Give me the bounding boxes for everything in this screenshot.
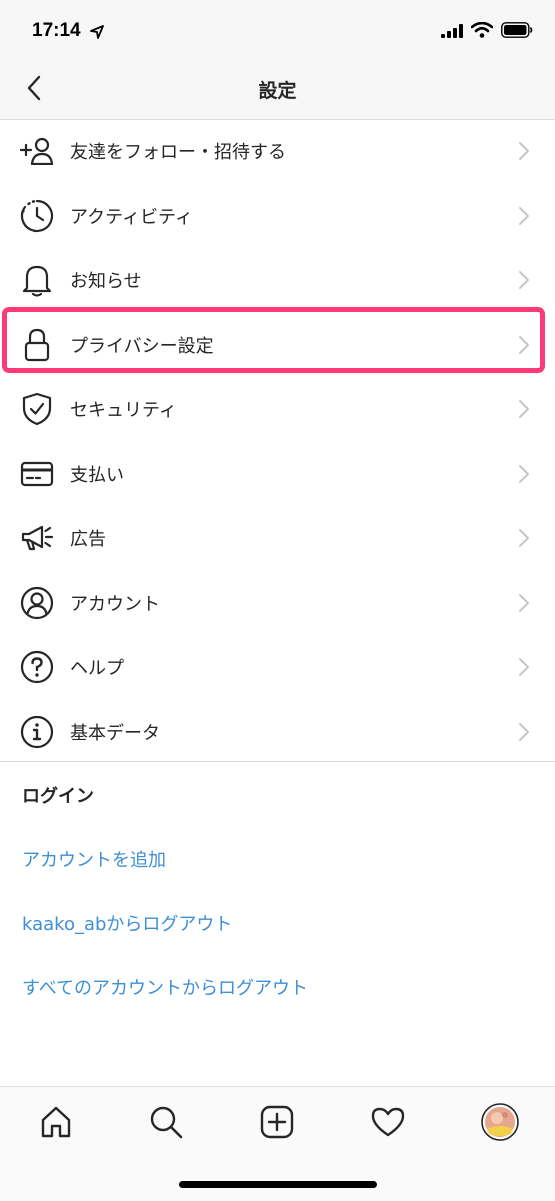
menu-item-label: お知らせ [70, 271, 142, 293]
logout-all-accounts-link[interactable]: すべてのアカウントからログアウト [22, 974, 308, 1000]
location-arrow-icon [90, 24, 104, 43]
home-icon [39, 1105, 73, 1143]
megaphone-icon [20, 521, 54, 555]
navigation-bar: 設定 [0, 62, 555, 120]
menu-item-label: プライバシー設定 [70, 335, 214, 357]
menu-item-label: アカウント [70, 593, 160, 615]
chevron-right-icon [517, 335, 531, 355]
menu-item-notifications[interactable]: お知らせ [0, 248, 555, 313]
chevron-right-icon [517, 141, 531, 161]
menu-item-label: 支払い [70, 464, 124, 486]
tab-profile[interactable] [480, 1103, 520, 1145]
battery-icon [501, 22, 533, 42]
section-divider [0, 761, 555, 762]
tab-new-post[interactable] [257, 1104, 297, 1144]
login-section-title: ログイン [22, 786, 94, 807]
tab-search[interactable] [146, 1104, 186, 1144]
menu-item-follow-invite[interactable]: 友達をフォロー・招待する [0, 119, 555, 184]
menu-item-privacy[interactable]: プライバシー設定 [0, 313, 555, 378]
menu-item-label: セキュリティ [70, 400, 177, 422]
profile-avatar [481, 1103, 519, 1145]
logout-current-account-link[interactable]: kaako_abからログアウト [22, 910, 232, 936]
activity-clock-icon [20, 199, 54, 233]
chevron-right-icon [517, 722, 531, 742]
add-account-link[interactable]: アカウントを追加 [22, 846, 166, 872]
settings-menu: 友達をフォロー・招待する アクティビティ お知らせ プライバシー設定 セキュリテ… [0, 119, 555, 764]
status-bar: 17:14 [0, 0, 555, 62]
chevron-right-icon [517, 657, 531, 677]
search-icon [149, 1105, 183, 1143]
page-title: 設定 [258, 80, 297, 102]
menu-item-label: アクティビティ [70, 206, 193, 228]
account-circle-icon [20, 586, 54, 620]
signal-icon [441, 23, 463, 42]
menu-item-label: ヘルプ [70, 658, 124, 680]
menu-item-security[interactable]: セキュリティ [0, 377, 555, 442]
tab-activity[interactable] [368, 1104, 408, 1144]
tab-home[interactable] [36, 1104, 76, 1144]
chevron-right-icon [517, 206, 531, 226]
chevron-right-icon [517, 270, 531, 290]
menu-item-label: 友達をフォロー・招待する [70, 142, 286, 164]
add-person-icon [20, 134, 54, 168]
menu-item-ads[interactable]: 広告 [0, 506, 555, 571]
home-indicator [179, 1181, 377, 1188]
bell-icon [20, 263, 54, 297]
chevron-right-icon [517, 464, 531, 484]
help-circle-icon [20, 650, 54, 684]
chevron-right-icon [517, 528, 531, 548]
add-post-icon [260, 1105, 294, 1143]
credit-card-icon [20, 457, 54, 491]
status-time: 17:14 [32, 20, 81, 41]
heart-icon [371, 1107, 405, 1141]
info-circle-icon [20, 715, 54, 749]
chevron-right-icon [517, 593, 531, 613]
menu-item-payments[interactable]: 支払い [0, 442, 555, 507]
menu-item-label: 広告 [70, 529, 106, 551]
shield-check-icon [20, 392, 54, 426]
menu-item-label: 基本データ [70, 722, 160, 744]
menu-item-about[interactable]: 基本データ [0, 700, 555, 765]
menu-item-activity[interactable]: アクティビティ [0, 184, 555, 249]
menu-item-account[interactable]: アカウント [0, 571, 555, 636]
wifi-icon [470, 21, 494, 42]
chevron-right-icon [517, 399, 531, 419]
lock-icon [20, 328, 54, 362]
menu-item-help[interactable]: ヘルプ [0, 635, 555, 700]
